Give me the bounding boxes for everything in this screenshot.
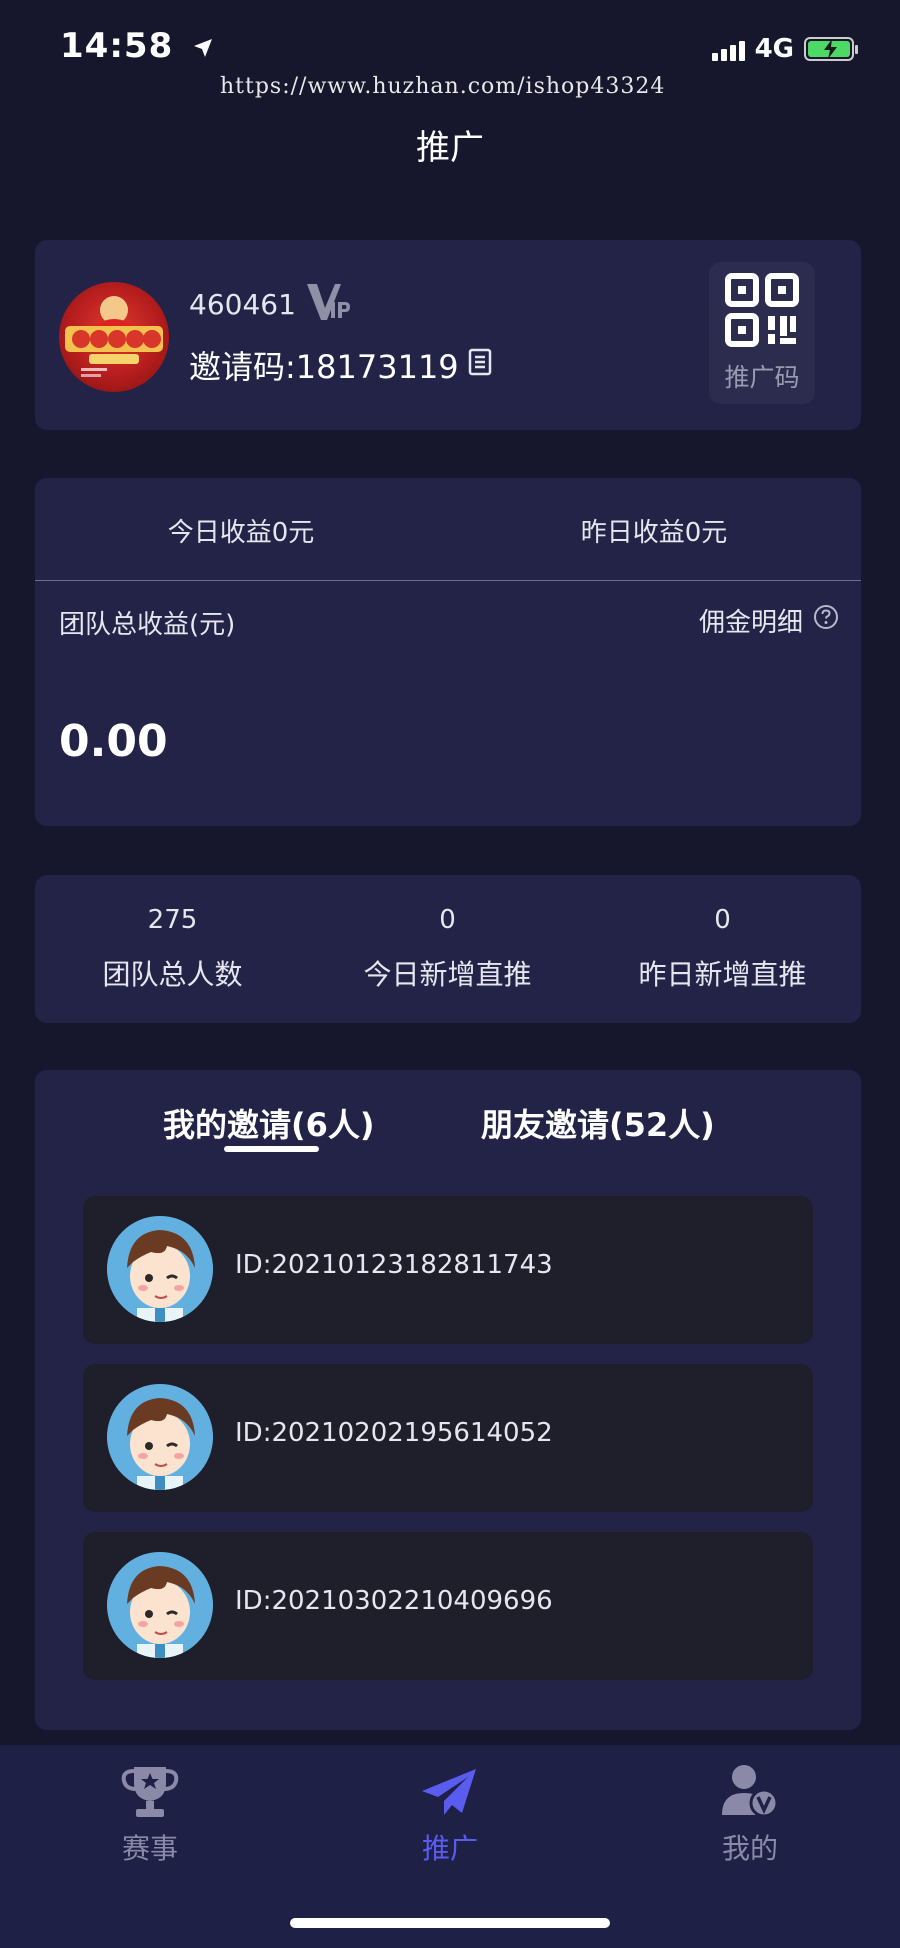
promo-qr-button[interactable]: 推广码: [709, 262, 815, 404]
stat-team-total: 275 团队总人数: [35, 905, 310, 993]
earnings-card: 今日收益0元 昨日收益0元 团队总收益(元) 佣金明细 0.00: [35, 478, 861, 826]
avatar: [107, 1552, 213, 1658]
page-title: 推广: [416, 128, 484, 168]
invite-id: ID:20210302210409696: [235, 1586, 553, 1616]
stat-today-new: 0 今日新增直推: [310, 905, 585, 993]
list-item[interactable]: ID:20210123182811743: [83, 1196, 813, 1344]
active-tab-indicator: [224, 1146, 319, 1152]
stat-label: 今日新增直推: [363, 958, 532, 991]
tab-mine[interactable]: 我的: [670, 1763, 830, 1867]
tab-label: 我的: [721, 1832, 778, 1865]
yesterday-earnings: 昨日收益0元: [580, 518, 728, 548]
commission-detail-link[interactable]: 佣金明细: [699, 602, 839, 639]
team-total-value: 0.00: [59, 716, 168, 767]
invite-code: 邀请码:18173119: [189, 348, 459, 386]
profile-card: 460461 邀请码:18173119 推广码: [35, 240, 861, 430]
avatar: [107, 1216, 213, 1322]
stat-value: 0: [714, 905, 731, 935]
trophy-icon: [121, 1767, 179, 1817]
stat-label: 团队总人数: [102, 958, 243, 991]
stat-value: 0: [439, 905, 456, 935]
qr-label: 推广码: [724, 363, 800, 392]
vip-badge-icon: [305, 280, 351, 328]
stat-yesterday-new: 0 昨日新增直推: [585, 905, 860, 993]
list-item[interactable]: ID:20210202195614052: [83, 1364, 813, 1512]
user-vip-icon: [722, 1765, 779, 1818]
signal-icon: [711, 37, 745, 61]
user-id: 460461: [189, 288, 296, 321]
avatar: [59, 282, 169, 392]
commission-detail-label: 佣金明细: [698, 608, 803, 638]
tab-friend-invites[interactable]: 朋友邀请(52人): [481, 1100, 715, 1146]
list-item[interactable]: ID:20210302210409696: [83, 1532, 813, 1680]
tab-my-invites[interactable]: 我的邀请(6人): [163, 1100, 375, 1146]
help-icon: [813, 604, 839, 637]
team-total-label: 团队总收益(元): [59, 610, 236, 640]
tab-label: 赛事: [121, 1832, 178, 1865]
team-stats-card: 275 团队总人数 0 今日新增直推 0 昨日新增直推: [35, 875, 861, 1023]
location-arrow-icon: [192, 28, 214, 68]
invite-id: ID:20210123182811743: [235, 1250, 553, 1280]
divider: [35, 580, 861, 581]
invite-id: ID:20210202195614052: [235, 1418, 553, 1448]
status-time: 14:58: [60, 26, 214, 68]
avatar: [107, 1384, 213, 1490]
watermark-url: https://www.huzhan.com/ishop43324: [220, 74, 666, 99]
today-earnings: 今日收益0元: [167, 518, 315, 548]
qr-code-icon: [725, 273, 799, 347]
tab-label: 推广: [421, 1832, 478, 1865]
stat-label: 昨日新增直推: [638, 958, 807, 991]
status-time-text: 14:58: [60, 26, 174, 66]
tab-events[interactable]: 赛事: [70, 1763, 230, 1867]
copy-icon[interactable]: [467, 348, 493, 380]
paper-plane-icon: [422, 1769, 476, 1815]
battery-icon: [804, 37, 858, 61]
tab-promote[interactable]: 推广: [370, 1763, 530, 1867]
network-type: 4G: [754, 34, 794, 64]
status-indicators: 4G: [711, 34, 858, 64]
invites-card: 我的邀请(6人) 朋友邀请(52人) ID:20210123182811743: [35, 1070, 861, 1730]
stat-value: 275: [147, 905, 198, 935]
home-indicator: [290, 1918, 610, 1928]
